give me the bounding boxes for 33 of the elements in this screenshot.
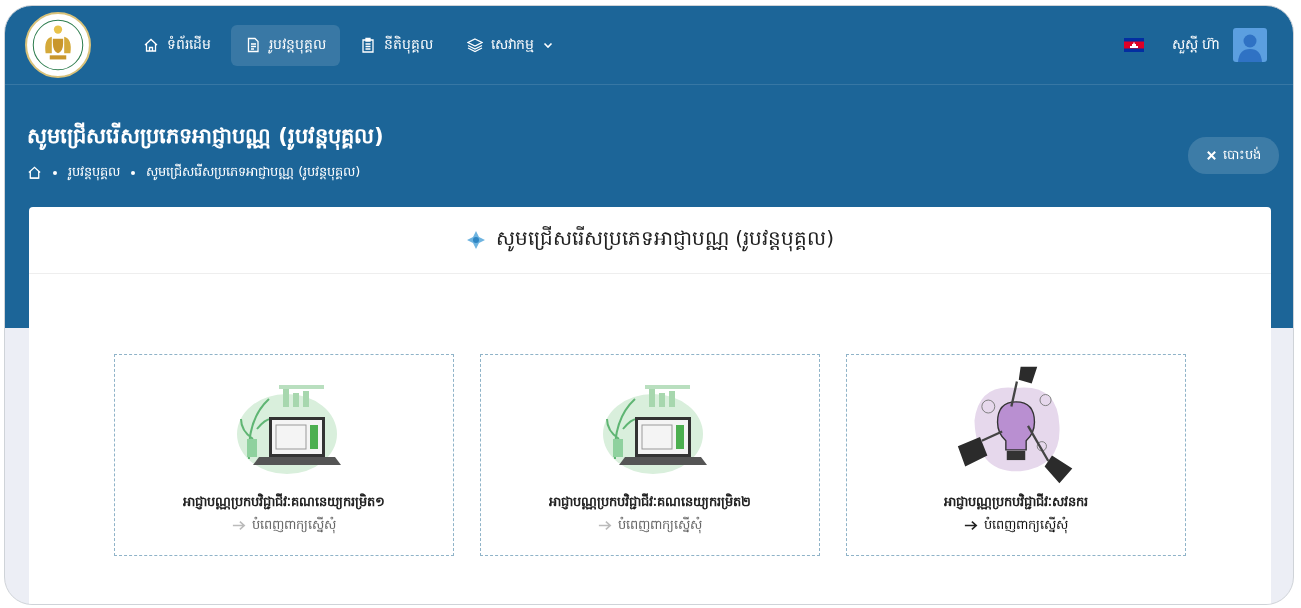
layers-icon xyxy=(467,37,483,53)
card-title: អាជ្ញាបណ្ណប្រកបវិជ្ជាជីវៈគណនេយ្យករម្រិត២ xyxy=(549,493,751,512)
ornament-icon xyxy=(466,230,486,250)
emblem-logo[interactable] xyxy=(25,12,91,78)
card-title: អាជ្ញាបណ្ណប្រកបវិជ្ជាជីវៈសវនករ xyxy=(944,493,1088,512)
panel-title: សូមជ្រើសរើសប្រភេទអាជ្ញាបណ្ណ (រូបវន្តបុគ្គល) xyxy=(496,225,834,254)
arrow-right-icon xyxy=(964,520,978,531)
breadcrumb-separator xyxy=(53,170,57,175)
user-greeting: សួស្តី ហ៊ា xyxy=(1171,34,1219,56)
license-card[interactable]: អាជ្ញាបណ្ណប្រកបវិជ្ជាជីវៈសវនករ បំពេញពាក្យស្នើសុំ xyxy=(846,354,1186,556)
nav-tab[interactable]: រូបវន្តបុគ្គល xyxy=(231,24,340,66)
card-title: អាជ្ញាបណ្ណប្រកបវិជ្ជាជីវៈគណនេយ្យករម្រិត១ xyxy=(183,493,385,512)
arrow-right-icon xyxy=(598,520,612,531)
page-title: សូមជ្រើសរើសប្រភេទអាជ្ញាបណ្ណ (រូបវន្តបុគ្គល) xyxy=(27,122,384,152)
nav-tab[interactable]: សេវាកម្ម xyxy=(453,24,568,66)
home-icon[interactable] xyxy=(27,165,42,180)
license-card[interactable]: អាជ្ញាបណ្ណប្រកបវិជ្ជាជីវៈគណនេយ្យករម្រិត១ បំពេញពាក្យស្នើសុំ xyxy=(114,354,454,556)
cancel-button[interactable]: បោះបង់ xyxy=(1188,136,1279,174)
breadcrumb-separator xyxy=(131,170,135,175)
license-card[interactable]: អាជ្ញាបណ្ណប្រកបវិជ្ជាជីវៈគណនេយ្យករម្រិត២ បំពេញពាក្យស្នើសុំ xyxy=(480,354,820,556)
close-icon xyxy=(1206,149,1217,161)
flag-icon[interactable] xyxy=(1123,38,1144,52)
document-icon xyxy=(245,37,261,53)
breadcrumb-link[interactable]: រូបវន្តបុគ្គល xyxy=(68,163,120,182)
home-icon xyxy=(143,37,159,53)
arrow-right-icon xyxy=(232,520,246,531)
clipboard-icon xyxy=(360,37,376,53)
apply-link[interactable]: បំពេញពាក្យស្នើសុំ xyxy=(598,516,702,535)
nav-tab[interactable]: នីតិបុគ្គល xyxy=(346,24,447,66)
breadcrumb-current: សូមជ្រើសរើសប្រភេទអាជ្ញាបណ្ណ (រូបវន្តបុគ្គល) xyxy=(146,163,361,182)
apply-link[interactable]: បំពេញពាក្យស្នើសុំ xyxy=(964,516,1068,535)
apply-link[interactable]: បំពេញពាក្យស្នើសុំ xyxy=(232,516,336,535)
nav-tab[interactable]: ទំព័រដើម xyxy=(129,24,225,66)
